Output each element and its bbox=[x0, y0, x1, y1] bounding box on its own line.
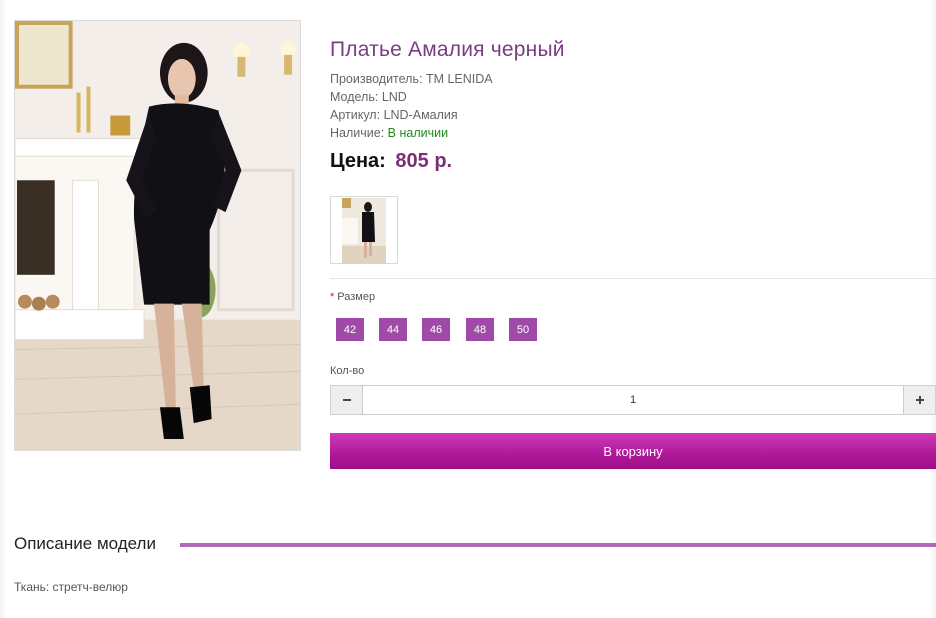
product-title: Платье Амалия черный bbox=[330, 38, 565, 61]
price-label: Цена: bbox=[330, 150, 386, 172]
description-heading: Описание модели bbox=[14, 534, 164, 554]
quantity-increase-button[interactable] bbox=[903, 386, 935, 414]
product-thumbnail[interactable] bbox=[330, 196, 398, 264]
sku-value: LND-Амалия bbox=[383, 108, 458, 122]
size-option-44[interactable]: 44 bbox=[379, 318, 407, 341]
quantity-label: Кол-во bbox=[330, 365, 365, 377]
add-to-cart-button[interactable]: В корзину bbox=[330, 433, 936, 469]
size-option-50[interactable]: 50 bbox=[509, 318, 537, 341]
sku-row: Артикул: LND-Амалия bbox=[330, 108, 458, 122]
size-option-46[interactable]: 46 bbox=[422, 318, 450, 341]
price: Цена: 805 р. bbox=[330, 150, 452, 173]
model-label: Модель: bbox=[330, 90, 379, 104]
manufacturer-value[interactable]: TM LENIDA bbox=[426, 72, 493, 86]
availability-value: В наличии bbox=[387, 126, 449, 140]
availability-row: Наличие: В наличии bbox=[330, 126, 448, 140]
manufacturer-label: Производитель: bbox=[330, 72, 423, 86]
availability-label: Наличие: bbox=[330, 126, 385, 140]
required-mark: * bbox=[330, 291, 335, 303]
size-label-text: Размер bbox=[337, 291, 376, 303]
quantity-stepper bbox=[330, 385, 936, 415]
sku-label: Артикул: bbox=[330, 108, 381, 122]
product-main-image[interactable] bbox=[14, 20, 301, 451]
model-value: LND bbox=[381, 90, 407, 104]
plus-icon bbox=[915, 396, 924, 404]
manufacturer-row: Производитель: TM LENIDA bbox=[330, 72, 493, 86]
section-divider bbox=[330, 278, 936, 279]
size-label: * Размер bbox=[330, 291, 375, 303]
model-row: Модель: LND bbox=[330, 90, 407, 104]
quantity-decrease-button[interactable] bbox=[331, 386, 363, 414]
quantity-input[interactable] bbox=[363, 386, 903, 414]
size-option-48[interactable]: 48 bbox=[466, 318, 494, 341]
description-heading-line bbox=[180, 543, 936, 547]
price-value: 805 р. bbox=[395, 150, 453, 172]
description-text: Ткань: стретч-велюр bbox=[14, 580, 128, 594]
minus-icon bbox=[342, 399, 351, 401]
size-option-42[interactable]: 42 bbox=[336, 318, 364, 341]
